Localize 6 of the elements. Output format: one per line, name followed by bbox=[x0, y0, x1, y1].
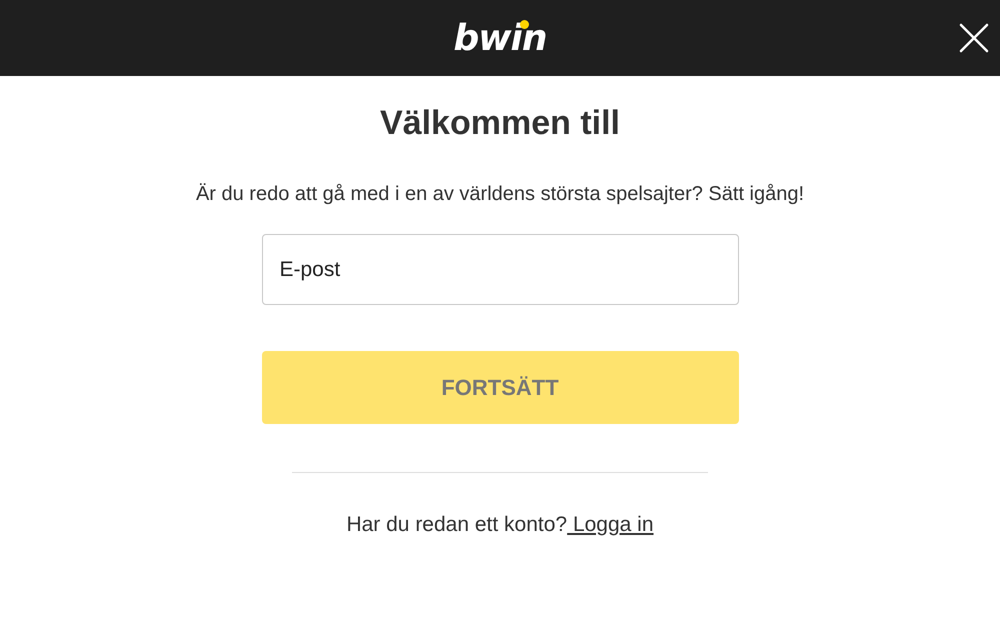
welcome-text: Är du redo att gå med i en av världens största spelsajter? Sätt igång! bbox=[194, 182, 806, 207]
logo: bwin bbox=[454, 18, 546, 58]
email-field[interactable]: E-post bbox=[262, 234, 738, 305]
login-link[interactable]: Logga in bbox=[567, 513, 654, 537]
login-prompt: Har du redan ett konto? bbox=[346, 513, 568, 537]
welcome-title: Välkommen till bbox=[380, 104, 620, 143]
